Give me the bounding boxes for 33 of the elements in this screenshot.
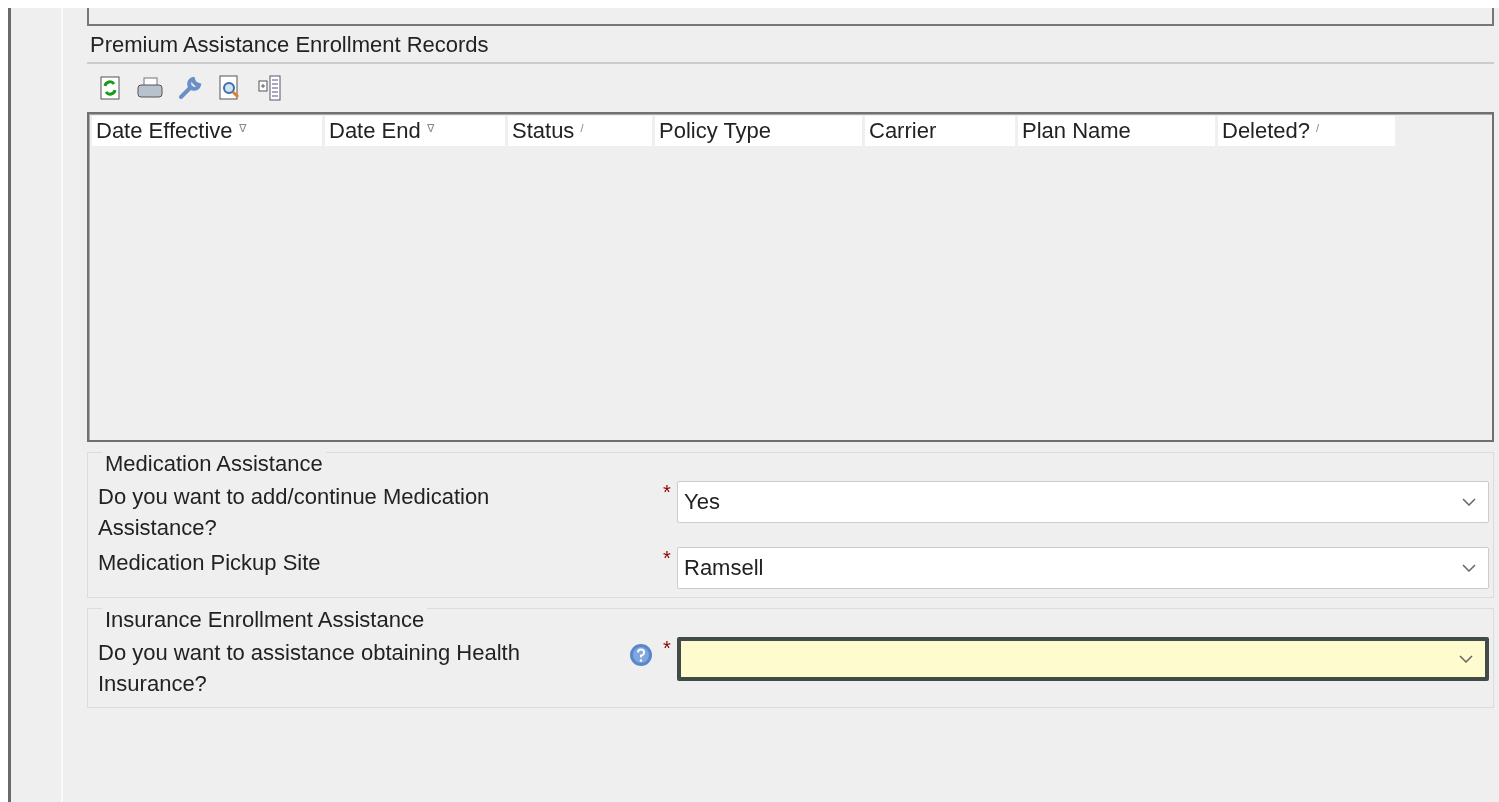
columns-button[interactable] <box>257 74 283 102</box>
refresh-button[interactable] <box>97 74 123 102</box>
column-header[interactable]: Plan Name <box>1018 116 1215 146</box>
column-header[interactable]: Date Effective ᐁ <box>92 116 322 146</box>
required-mark: * <box>662 481 672 504</box>
wrench-icon <box>178 76 202 100</box>
sort-filter-mark: ᐁ <box>426 122 435 135</box>
document-magnifier-icon <box>219 75 241 101</box>
columns-icon <box>258 75 282 101</box>
column-header[interactable]: Carrier <box>865 116 1015 146</box>
section-title: Premium Assistance Enrollment Records <box>87 26 1494 64</box>
required-mark: * <box>662 637 672 660</box>
column-header[interactable]: Deleted? / <box>1218 116 1395 146</box>
sort-filter-mark: / <box>1316 122 1320 134</box>
field-label: Do you want to assistance obtaining Health Insurance? <box>98 639 521 698</box>
column-header[interactable]: Policy Type <box>655 116 862 146</box>
field-label: Do you want to add/continue Medication Assistance? <box>98 483 491 542</box>
chevron-down-icon <box>1459 655 1473 663</box>
sort-filter-mark: ᐁ <box>238 122 247 135</box>
refresh-icon <box>100 76 120 100</box>
column-header[interactable]: Date End ᐁ <box>325 116 505 146</box>
chevron-down-icon <box>1462 498 1476 506</box>
field-label: Medication Pickup Site <box>98 549 322 577</box>
help-icon[interactable] <box>629 643 653 667</box>
required-mark: * <box>662 547 672 570</box>
chevron-down-icon <box>1462 564 1476 572</box>
dropdown-field[interactable]: Ramsell <box>677 547 1489 589</box>
column-header[interactable]: Status / <box>508 116 652 146</box>
sort-filter-mark: / <box>580 122 584 134</box>
printer-icon <box>137 77 163 99</box>
dropdown-field[interactable] <box>677 637 1489 681</box>
dropdown-field[interactable]: Yes <box>677 481 1489 523</box>
wrench-button[interactable] <box>177 74 203 102</box>
